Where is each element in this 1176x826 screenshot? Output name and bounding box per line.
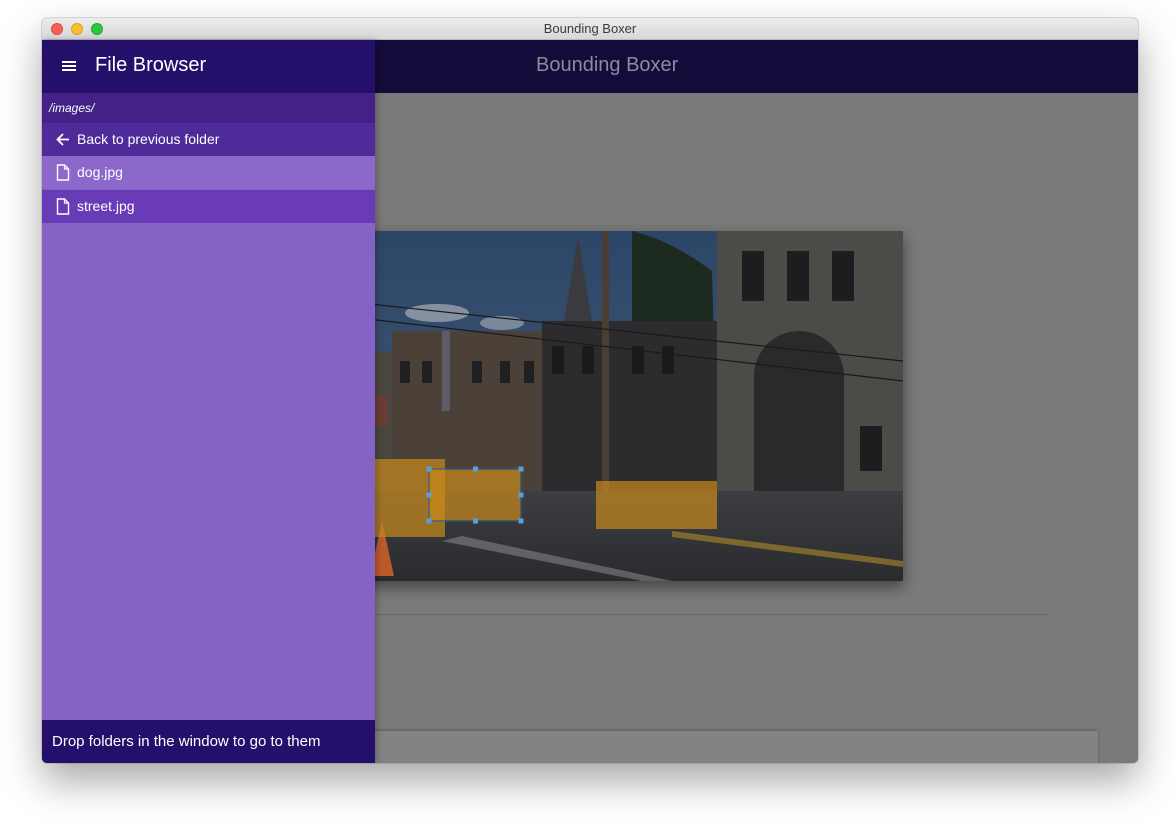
current-path: /images/	[49, 101, 95, 115]
drawer-footer: Drop folders in the window to go to them	[42, 720, 375, 763]
window-title: Bounding Boxer	[543, 21, 637, 36]
app-title: Bounding Boxer	[536, 54, 679, 76]
arrow-left-icon	[56, 133, 69, 146]
resize-handle[interactable]	[426, 492, 432, 498]
resize-handle[interactable]	[518, 492, 524, 498]
file-item-label: street.jpg	[77, 198, 135, 214]
resize-handle[interactable]	[518, 466, 524, 472]
file-icon	[56, 164, 70, 181]
file-icon	[56, 198, 70, 215]
drop-folders-hint: Drop folders in the window to go to them	[52, 733, 321, 750]
file-item-dog[interactable]: dog.jpg	[42, 156, 375, 189]
back-to-previous-folder-item[interactable]: Back to previous folder	[42, 123, 375, 156]
hamburger-menu-icon[interactable]	[61, 59, 77, 73]
resize-handle[interactable]	[473, 518, 478, 524]
window-titlebar[interactable]: Bounding Boxer	[42, 18, 1138, 40]
bounding-box-selected[interactable]	[428, 468, 522, 522]
drawer-title: File Browser	[95, 54, 207, 76]
resize-handle[interactable]	[518, 518, 524, 524]
street-photo	[342, 231, 903, 581]
file-item-label: dog.jpg	[77, 164, 123, 180]
image-canvas[interactable]	[342, 231, 903, 581]
current-path-bar: /images/	[42, 93, 375, 123]
bounding-box[interactable]	[596, 481, 717, 529]
file-browser-drawer: File Browser /images/ Back to previous f…	[42, 40, 375, 763]
bottom-panel	[342, 731, 1098, 763]
resize-handle[interactable]	[426, 466, 432, 472]
back-item-label: Back to previous folder	[77, 131, 220, 147]
app-window: Bounding Boxer Bounding Boxer File Brows…	[42, 18, 1138, 763]
drawer-header: File Browser	[42, 40, 375, 93]
section-divider	[342, 614, 1048, 615]
resize-handle[interactable]	[473, 466, 478, 472]
resize-handle[interactable]	[426, 518, 432, 524]
file-item-street[interactable]: street.jpg	[42, 190, 375, 223]
